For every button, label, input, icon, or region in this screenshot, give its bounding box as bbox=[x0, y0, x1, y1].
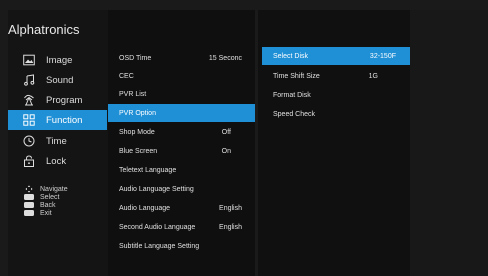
grid-icon bbox=[23, 114, 35, 126]
menu-item-label: CEC bbox=[119, 72, 134, 80]
menu-item-label: Audio Language Setting bbox=[119, 185, 194, 193]
submenu-item-select-disk[interactable]: Select Disk 32-150F bbox=[262, 47, 410, 65]
submenu-item-time-shift-size[interactable]: Time Shift Size 1G bbox=[262, 67, 410, 85]
music-note-icon bbox=[23, 74, 35, 86]
submenu-item-speed-check[interactable]: Speed Check bbox=[262, 105, 410, 123]
sidebar-item-function[interactable]: Function bbox=[8, 110, 107, 130]
antenna-icon bbox=[23, 94, 35, 106]
menu-item-label: Blue Screen bbox=[119, 147, 158, 155]
menu-item-audio-language-setting[interactable]: Audio Language Setting bbox=[108, 180, 255, 198]
empty-panel bbox=[410, 10, 488, 276]
menu-item-label: Second Audio Language bbox=[119, 223, 196, 231]
submenu-item-format-disk[interactable]: Format Disk bbox=[262, 86, 410, 104]
menu-item-value: Off bbox=[221, 128, 231, 136]
menu-item-second-audio-language[interactable]: Second Audio Language English bbox=[108, 218, 255, 236]
sidebar-item-label: Image bbox=[46, 54, 73, 66]
sidebar-item-time[interactable]: Time bbox=[8, 131, 107, 151]
sidebar-item-label: Time bbox=[46, 135, 67, 147]
sidebar-item-label: Sound bbox=[46, 74, 74, 86]
submenu-item-label: Speed Check bbox=[273, 110, 316, 118]
menu-item-value: English bbox=[219, 204, 242, 212]
sidebar-item-program[interactable]: Program bbox=[8, 90, 107, 110]
menu-item-pvr-option[interactable]: PVR Option bbox=[108, 104, 255, 122]
brand-title: Alphatronics bbox=[8, 22, 80, 37]
menu-item-label: Teletext Language bbox=[119, 166, 177, 174]
menu-item-teletext-language[interactable]: Teletext Language bbox=[108, 161, 255, 179]
ok-key-icon bbox=[24, 194, 34, 200]
menu-item-pvr-list[interactable]: PVR List bbox=[108, 85, 255, 103]
menu-item-cec[interactable]: CEC bbox=[108, 67, 255, 85]
menu-item-value: English bbox=[219, 223, 242, 231]
help-exit: Exit bbox=[24, 209, 52, 217]
help-navigate: Navigate bbox=[24, 185, 68, 193]
menu-item-label: Subtitle Language Setting bbox=[119, 242, 200, 250]
menu-item-osd-time[interactable]: OSD Time 15 Seconc bbox=[108, 49, 255, 67]
menu-item-shop-mode[interactable]: Shop Mode Off bbox=[108, 123, 255, 141]
sidebar-item-sound[interactable]: Sound bbox=[8, 70, 107, 90]
menu-item-value: 15 Seconc bbox=[208, 54, 242, 62]
submenu-item-label: Format Disk bbox=[273, 91, 311, 99]
dpad-icon bbox=[24, 185, 34, 193]
image-icon bbox=[23, 54, 35, 66]
menu-item-blue-screen[interactable]: Blue Screen On bbox=[108, 142, 255, 160]
menu-item-label: PVR Option bbox=[119, 109, 156, 117]
sidebar-item-lock[interactable]: Lock bbox=[8, 151, 107, 171]
menu-item-value: On bbox=[221, 147, 231, 155]
help-select: Select bbox=[24, 193, 59, 201]
menu-item-subtitle-language-setting[interactable]: Subtitle Language Setting bbox=[108, 237, 255, 255]
help-back: Back bbox=[24, 201, 56, 209]
submenu-item-value: 32-150F bbox=[369, 52, 396, 60]
menu-item-label: Shop Mode bbox=[119, 128, 155, 136]
clock-icon bbox=[23, 135, 35, 147]
menu-item-label: Audio Language bbox=[119, 204, 170, 212]
lock-icon bbox=[23, 155, 35, 167]
sidebar-item-label: Function bbox=[46, 114, 83, 126]
sidebar-item-label: Program bbox=[46, 94, 83, 106]
submenu-item-label: Select Disk bbox=[273, 52, 309, 60]
menu-item-label: PVR List bbox=[119, 90, 147, 98]
exit-key-icon bbox=[24, 210, 34, 216]
menu-item-label: OSD Time bbox=[119, 54, 152, 62]
menu-item-audio-language[interactable]: Audio Language English bbox=[108, 199, 255, 217]
sidebar-item-image[interactable]: Image bbox=[8, 50, 107, 70]
back-key-icon bbox=[24, 202, 34, 208]
submenu-item-label: Time Shift Size bbox=[273, 72, 320, 80]
sidebar-item-label: Lock bbox=[46, 155, 67, 167]
submenu-item-value: 1G bbox=[368, 72, 378, 80]
